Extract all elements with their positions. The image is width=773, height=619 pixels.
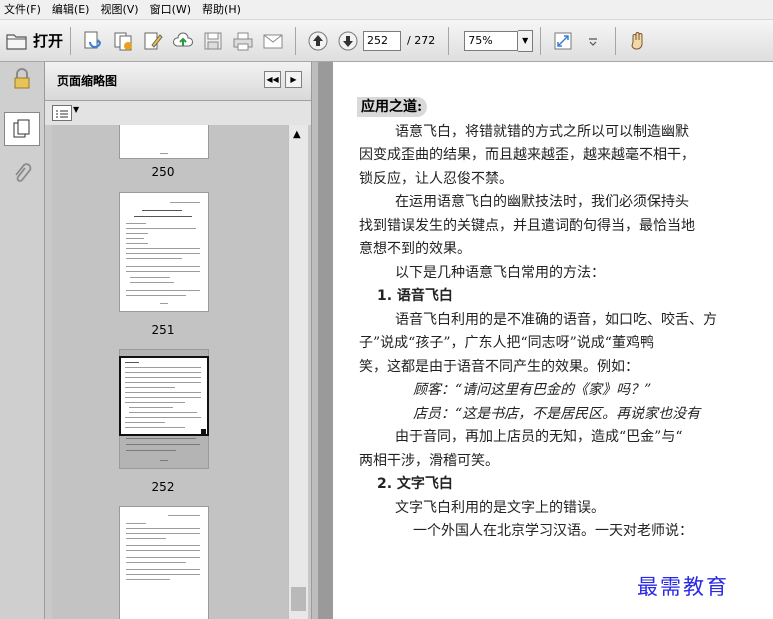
menu-bar: 文件(F) 编辑(E) 视图(V) 窗口(W) 帮助(H) xyxy=(0,0,773,20)
toolbar-separator xyxy=(295,26,297,55)
document-page: 应用之道: 语意飞白，将错就错的方式之所以可以制造幽默 因变成歪曲的结果，而且越… xyxy=(333,62,773,619)
menu-view[interactable]: 视图(V) xyxy=(96,0,145,19)
page-total: / 272 xyxy=(407,34,436,47)
zoom-select[interactable]: 75% ▼ xyxy=(464,29,534,52)
next-page-button[interactable] xyxy=(335,28,361,54)
text-line: 意想不到的效果。 xyxy=(359,241,471,257)
hand-icon xyxy=(631,31,643,49)
dialogue-line: 顾客：“请问这里有巴金的《家》吗？” xyxy=(413,382,652,398)
thumbnail-page-253[interactable] xyxy=(119,506,209,619)
text-line: 找到错误发生的关键点，并且遣词酌句得当，最恰当地 xyxy=(359,218,695,234)
chevron-down-icon: ▼ xyxy=(522,36,529,45)
text-line: 由于音同，再加上店员的无知，造成“巴金”与“ xyxy=(395,429,683,445)
thumbnail-label-251: 251 xyxy=(151,323,175,337)
arrow-up-circle-icon xyxy=(308,31,328,50)
section-heading: 应用之道: xyxy=(357,97,428,117)
fit-window-button[interactable] xyxy=(550,28,576,54)
menu-edit[interactable]: 编辑(E) xyxy=(48,0,97,19)
toolbar-separator xyxy=(448,26,450,55)
panel-splitter[interactable] xyxy=(311,62,319,619)
page-number-input[interactable] xyxy=(363,30,402,51)
toolbar-separator xyxy=(615,26,617,55)
save-icon xyxy=(204,32,222,49)
watermark: 最需教育 xyxy=(637,571,729,601)
text-line: 两相干涉，滑稽可笑。 xyxy=(359,453,499,469)
security-button[interactable] xyxy=(0,68,44,90)
text-line: 在运用语意飞白的幽默技法时，我们必须保持头 xyxy=(395,194,689,210)
dialogue-line: 店员：“这是书店，不是居民区。再说家也没有 xyxy=(413,406,701,422)
toolbar-separator xyxy=(540,26,542,55)
create-pdf-icon xyxy=(84,31,102,48)
text-line: 一个外国人在北京学习汉语。一天对老师说： xyxy=(413,523,693,539)
text-line: 笑，这都是由于语音不同产生的效果。例如： xyxy=(359,359,639,375)
fit-window-icon xyxy=(554,32,572,49)
cloud-upload-icon xyxy=(173,32,194,46)
thumbnails-panel: 页面缩略图 ◀◀ ▶ ▼ 250 251 252 ▲ xyxy=(45,62,311,619)
customize-toolbar-icon xyxy=(589,37,598,46)
previous-page-button[interactable] xyxy=(305,28,331,54)
folder-icon xyxy=(6,33,27,50)
thumbnail-label-250: 250 xyxy=(151,165,175,179)
thumbnail-label-252: 252 xyxy=(151,480,175,494)
combine-icon xyxy=(114,32,133,50)
text-line: 锁反应，让人忍俊不禁。 xyxy=(359,171,513,187)
combine-files-button[interactable] xyxy=(110,28,136,54)
chevron-right-icon: ▶ xyxy=(290,75,297,84)
text-line: 子”说成“孩子”，广东人把“同志呀”说成“董鸡鸭 xyxy=(359,335,654,351)
save-button[interactable] xyxy=(200,28,226,54)
zoom-dropdown[interactable]: ▼ xyxy=(518,29,534,52)
thumbnail-page-251[interactable] xyxy=(119,192,209,312)
page-thumbnails-button[interactable] xyxy=(0,112,44,146)
toolbar-separator xyxy=(70,26,72,55)
toolbar-options-button[interactable] xyxy=(580,28,606,54)
open-button[interactable]: 打开 xyxy=(0,30,63,51)
double-chevron-left-icon: ◀◀ xyxy=(266,75,279,84)
caret-down-icon: ▼ xyxy=(73,105,80,114)
pages-icon xyxy=(13,119,30,138)
printer-icon xyxy=(233,32,253,50)
lock-icon xyxy=(14,68,30,89)
upload-button[interactable] xyxy=(170,28,196,54)
collapse-panel-button[interactable]: ◀◀ xyxy=(264,71,281,88)
scrollbar-thumb[interactable] xyxy=(291,587,306,611)
email-button[interactable] xyxy=(260,28,286,54)
edit-document-icon xyxy=(144,32,163,49)
text-line: 文字飞白利用的是文字上的错误。 xyxy=(395,500,605,516)
hand-tool-button[interactable] xyxy=(625,28,651,54)
document-view: 应用之道: 语意飞白，将错就错的方式之所以可以制造幽默 因变成歪曲的结果，而且越… xyxy=(319,62,773,619)
menu-file[interactable]: 文件(F) xyxy=(0,0,48,19)
open-label: 打开 xyxy=(33,32,64,50)
toolbar: 打开 252 / 272 75% ▼ xyxy=(0,20,773,62)
attachments-button[interactable] xyxy=(0,162,44,186)
text-line: 以下是几种语意飞白常用的方法： xyxy=(395,265,605,281)
scroll-up-icon[interactable]: ▲ xyxy=(293,129,301,140)
menu-help[interactable]: 帮助(H) xyxy=(198,0,248,19)
paperclip-icon xyxy=(15,163,32,182)
create-pdf-button[interactable] xyxy=(80,28,106,54)
zoom-value[interactable]: 75% xyxy=(464,30,519,51)
text-line: 语音飞白利用的是不准确的语音，如口吃、咬舌、方 xyxy=(395,312,717,328)
thumbnail-list: 250 251 252 xyxy=(52,125,288,619)
thumbnail-page-252[interactable] xyxy=(119,349,209,469)
envelope-icon xyxy=(263,34,283,48)
expand-panel-button[interactable]: ▶ xyxy=(285,71,302,88)
text-line: 语意飞白，将错就错的方式之所以可以制造幽默 xyxy=(395,124,689,140)
thumbnail-page-250[interactable] xyxy=(119,125,209,159)
panel-options-row: ▼ xyxy=(45,101,311,125)
list-options-icon xyxy=(56,110,68,118)
arrow-down-circle-icon xyxy=(338,31,358,50)
subheading-1: 1. 语音飞白 xyxy=(377,288,453,304)
panel-title: 页面缩略图 xyxy=(57,74,118,88)
text-line: 因变成歪曲的结果，而且越来越歪，越来越毫不相干， xyxy=(359,147,695,163)
options-menu-button[interactable] xyxy=(52,105,72,121)
subheading-2: 2. 文字飞白 xyxy=(377,476,453,492)
menu-window[interactable]: 窗口(W) xyxy=(146,0,198,19)
panel-header: 页面缩略图 ◀◀ ▶ xyxy=(45,62,311,101)
edit-button[interactable] xyxy=(140,28,166,54)
thumbnail-scrollbar[interactable]: ▲ xyxy=(288,125,308,619)
navigation-strip xyxy=(0,62,45,619)
print-button[interactable] xyxy=(230,28,256,54)
